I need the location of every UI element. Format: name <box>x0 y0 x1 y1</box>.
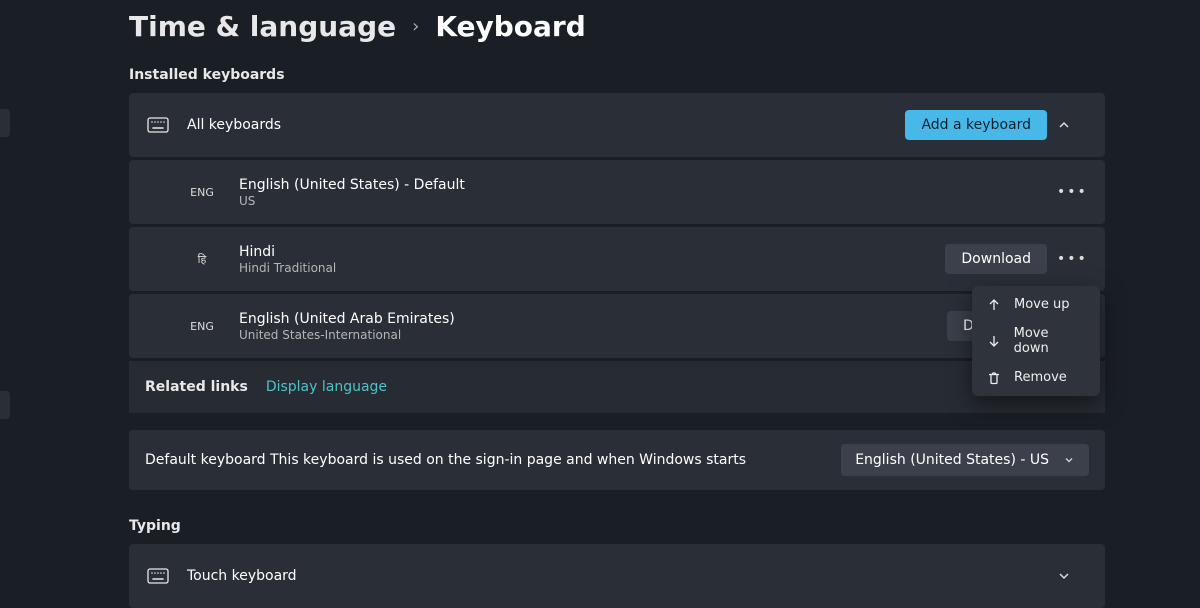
default-keyboard-title: Default keyboard <box>145 452 266 468</box>
touch-keyboard-label: Touch keyboard <box>187 568 1057 584</box>
trash-icon <box>986 371 1002 385</box>
keyboard-layout: United States-International <box>239 328 947 342</box>
touch-keyboard-row[interactable]: Touch keyboard <box>129 544 1105 608</box>
context-remove-label: Remove <box>1014 370 1067 385</box>
language-code: हि <box>183 252 221 267</box>
display-language-link[interactable]: Display language <box>266 379 387 395</box>
keyboard-icon <box>147 117 187 133</box>
keyboard-layout: Hindi Traditional <box>239 261 945 275</box>
installed-keyboards-heading: Installed keyboards <box>129 67 1105 83</box>
keyboard-icon <box>147 568 187 584</box>
default-keyboard-value: English (United States) - US <box>855 452 1049 468</box>
page-title: Keyboard <box>435 10 585 43</box>
add-keyboard-button[interactable]: Add a keyboard <box>905 110 1047 140</box>
context-move-up[interactable]: Move up <box>972 290 1100 319</box>
nav-stub-2 <box>0 391 10 419</box>
related-links-label: Related links <box>145 379 248 395</box>
language-code: ENG <box>183 320 221 333</box>
default-keyboard-select[interactable]: English (United States) - US <box>841 444 1089 476</box>
keyboard-name: English (United Arab Emirates) <box>239 311 947 327</box>
context-move-down[interactable]: Move down <box>972 319 1100 363</box>
keyboard-row-hindi[interactable]: हि Hindi Hindi Traditional Download ••• <box>129 227 1105 291</box>
chevron-right-icon: › <box>412 16 419 37</box>
typing-heading: Typing <box>129 518 1105 534</box>
keyboard-name: English (United States) - Default <box>239 177 1057 193</box>
all-keyboards-label: All keyboards <box>187 117 905 133</box>
language-code: ENG <box>183 186 221 199</box>
related-links-row: Related links Display language <box>129 361 1105 413</box>
more-options-button[interactable]: ••• <box>1057 251 1087 267</box>
arrow-down-icon <box>986 334 1002 348</box>
keyboard-row-english-us[interactable]: ENG English (United States) - Default US… <box>129 160 1105 224</box>
context-menu: Move up Move down Remove <box>972 286 1100 396</box>
more-options-button[interactable]: ••• <box>1057 184 1087 200</box>
default-keyboard-desc: This keyboard is used on the sign-in pag… <box>270 452 746 468</box>
context-remove[interactable]: Remove <box>972 363 1100 392</box>
all-keyboards-row[interactable]: All keyboards Add a keyboard <box>129 93 1105 157</box>
nav-stub-1 <box>0 109 10 137</box>
context-move-up-label: Move up <box>1014 297 1070 312</box>
context-move-down-label: Move down <box>1014 326 1086 356</box>
arrow-up-icon <box>986 298 1002 312</box>
keyboard-name: Hindi <box>239 244 945 260</box>
keyboard-layout: US <box>239 194 1057 208</box>
default-keyboard-row: Default keyboard This keyboard is used o… <box>129 430 1105 490</box>
chevron-up-icon[interactable] <box>1057 118 1087 132</box>
chevron-down-icon[interactable] <box>1057 569 1087 583</box>
breadcrumb-parent[interactable]: Time & language <box>129 10 396 43</box>
keyboard-row-english-uae[interactable]: ENG English (United Arab Emirates) Unite… <box>129 294 1105 358</box>
download-button[interactable]: Download <box>945 244 1047 274</box>
chevron-down-icon <box>1063 454 1075 466</box>
breadcrumb: Time & language › Keyboard <box>129 10 1105 43</box>
